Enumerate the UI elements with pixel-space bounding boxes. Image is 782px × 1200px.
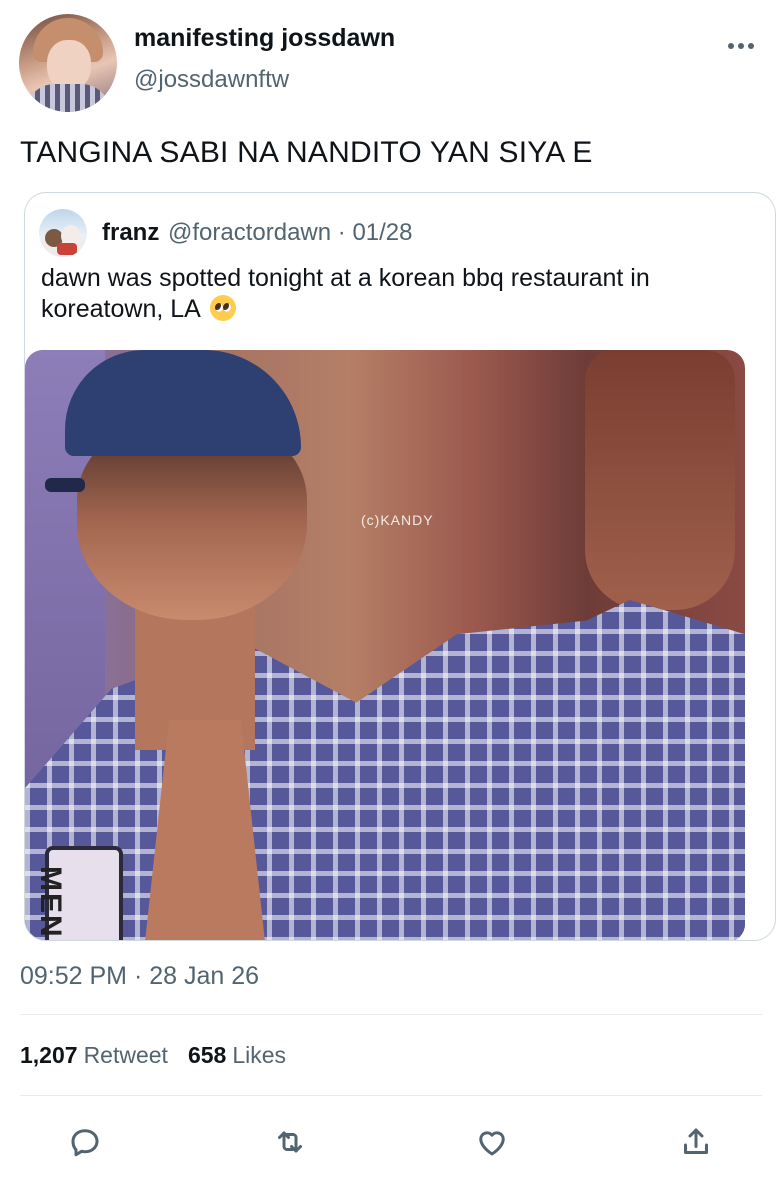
tweet-text: TANGINA SABI NA NANDITO YAN SIYA E	[20, 136, 593, 169]
quoted-photo[interactable]: MEN (c)KANDY	[25, 350, 745, 940]
photo-plaid-shirt	[25, 600, 745, 940]
more-dot-icon	[748, 43, 754, 49]
photo-cap-brim	[45, 478, 85, 492]
retweet-button[interactable]	[267, 1119, 313, 1165]
like-count: 658	[187, 1042, 227, 1068]
quoted-text: dawn was spotted tonight at a korean bbq…	[41, 263, 761, 325]
reply-button[interactable]	[62, 1119, 108, 1165]
tweet-stats: 1,207 Retweet 658 Likes	[20, 1042, 286, 1069]
avatar-face	[47, 40, 91, 90]
retweet-label: Retweet	[83, 1042, 168, 1068]
photo-cap	[65, 350, 301, 456]
quoted-author-avatar[interactable]	[39, 209, 87, 257]
retweet-stat[interactable]: 1,207 Retweet	[20, 1042, 168, 1068]
author-avatar[interactable]	[19, 14, 117, 112]
like-button[interactable]	[469, 1119, 515, 1165]
photo-sign-text: MEN	[34, 866, 67, 939]
avatar-scarf	[57, 243, 77, 255]
more-options-button[interactable]	[720, 30, 762, 62]
like-stat[interactable]: 658 Likes	[188, 1042, 286, 1068]
more-dot-icon	[728, 43, 734, 49]
retweet-count: 1,207	[20, 1042, 78, 1068]
tweet-timestamp[interactable]: 09:52 PM · 28 Jan 26	[20, 962, 259, 991]
like-label: Likes	[232, 1042, 287, 1068]
share-button[interactable]	[673, 1119, 719, 1165]
like-icon	[479, 1131, 505, 1156]
quoted-date: 01/28	[352, 219, 413, 246]
tweet-detail: manifesting jossdawn @jossdawnftw TANGIN…	[0, 0, 782, 1200]
pleading-face-emoji-icon	[210, 295, 237, 321]
quoted-handle[interactable]: @foractordawn	[168, 219, 331, 246]
author-handle[interactable]: @jossdawnftw	[134, 66, 289, 94]
photo-raised-arm	[585, 350, 735, 610]
divider	[20, 1014, 762, 1015]
quoted-tweet[interactable]: franz @foractordawn · 01/28 dawn was spo…	[24, 192, 776, 941]
divider	[20, 1095, 762, 1096]
retweet-icon	[278, 1131, 302, 1153]
quoted-text-body: dawn was spotted tonight at a korean bbq…	[41, 264, 650, 323]
more-dot-icon	[738, 43, 744, 49]
photo-watermark: (c)KANDY	[361, 512, 434, 528]
quoted-meta: @foractordawn · 01/28	[168, 219, 413, 246]
reply-icon	[71, 1129, 99, 1157]
share-icon	[684, 1128, 708, 1154]
quoted-display-name[interactable]: franz	[102, 219, 159, 247]
avatar-shirt	[25, 84, 111, 112]
author-display-name[interactable]: manifesting jossdawn	[134, 24, 395, 53]
